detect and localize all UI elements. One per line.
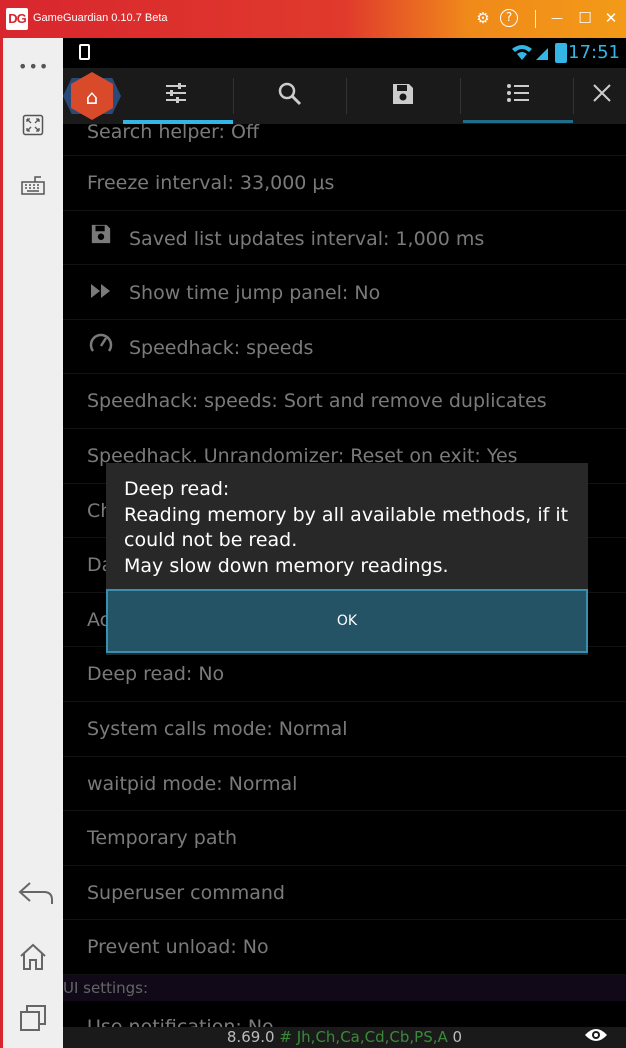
hash-symbol: #	[279, 1028, 292, 1046]
phone-icon	[79, 44, 90, 60]
process-info: 8.69.0 # Jh,Ch,Ca,Cd,Cb,PS,A 0	[63, 1028, 626, 1046]
sliders-icon[interactable]	[161, 82, 191, 112]
close-window-button[interactable]: ✕	[600, 7, 622, 29]
battery-icon	[555, 43, 567, 63]
save-icon[interactable]	[388, 82, 418, 112]
title-separator	[535, 10, 536, 28]
keyboard-icon[interactable]	[18, 174, 48, 204]
dialog-title: Deep read:	[124, 478, 230, 500]
tab-indicator	[463, 120, 573, 123]
window-title: GameGuardian 0.10.7 Beta	[33, 12, 168, 24]
toolbar-divider	[573, 78, 574, 114]
more-options-icon[interactable]: •••	[18, 52, 48, 82]
dialog-line-1: Reading memory by all available methods,…	[124, 503, 569, 552]
fullscreen-icon[interactable]	[18, 114, 48, 144]
ok-button[interactable]: OK	[106, 589, 588, 653]
dialog-message: Deep read: Reading memory by all availab…	[124, 477, 574, 579]
list-icon[interactable]	[503, 82, 533, 112]
dialog-line-2: May slow down memory readings.	[124, 554, 449, 577]
result-count: 0	[452, 1028, 463, 1046]
toolbar-divider	[460, 78, 461, 114]
version-text: 8.69.0	[226, 1028, 275, 1046]
deep-read-dialog: Deep read: Reading memory by all availab…	[106, 463, 588, 655]
app-logo-icon: DG	[6, 8, 28, 30]
eye-icon[interactable]	[584, 1027, 608, 1048]
android-screen: 17:51 ⌂ Search helper: Off Freeze interv…	[63, 38, 626, 1048]
home-icon[interactable]: ⌂	[77, 82, 107, 112]
recent-apps-icon[interactable]	[18, 1004, 48, 1034]
close-icon[interactable]	[587, 82, 617, 112]
status-bar: 17:51	[63, 38, 626, 68]
status-time: 17:51	[568, 42, 620, 63]
settings-gear-icon[interactable]: ⚙	[472, 7, 494, 29]
emulator-sidebar: •••	[3, 38, 63, 1048]
search-icon[interactable]	[275, 82, 305, 112]
toolbar-divider	[233, 78, 234, 114]
help-icon[interactable]: ?	[500, 9, 518, 27]
wifi-signal-icon	[510, 42, 550, 66]
maximize-button[interactable]: ☐	[574, 7, 596, 29]
bottom-status-bar: 8.69.0 # Jh,Ch,Ca,Cd,Cb,PS,A 0	[63, 1027, 626, 1048]
back-icon[interactable]	[18, 880, 53, 910]
memory-regions: Jh,Ch,Ca,Cd,Cb,PS,A	[296, 1028, 448, 1046]
main-toolbar: ⌂	[63, 68, 626, 124]
minimize-button[interactable]: —	[546, 7, 568, 29]
window-title-bar: DG GameGuardian 0.10.7 Beta ⚙ ? — ☐ ✕	[0, 0, 626, 38]
home-nav-icon[interactable]	[18, 942, 48, 972]
toolbar-divider	[346, 78, 347, 114]
